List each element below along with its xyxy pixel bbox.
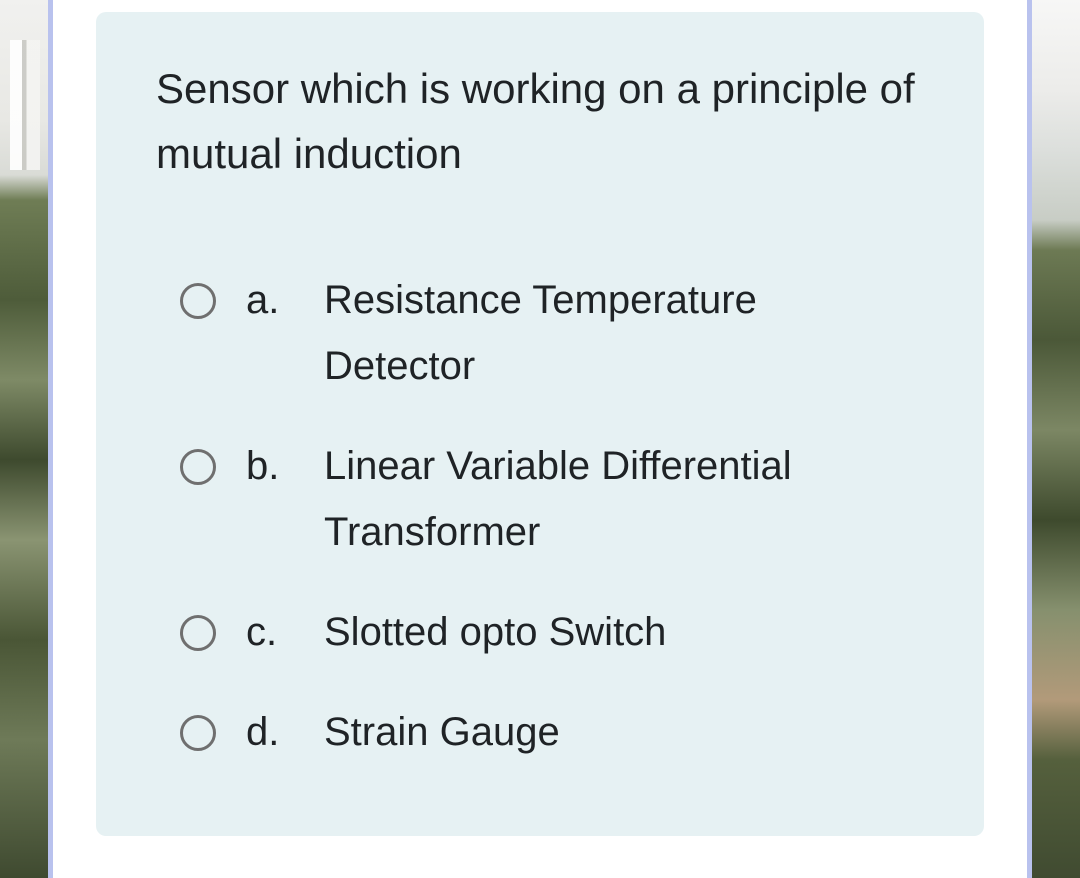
answer-letter: a. [246, 278, 280, 322]
answer-text[interactable]: Slotted opto Switch [324, 599, 884, 665]
background-photo-right [1032, 0, 1080, 878]
radio-unchecked-icon[interactable] [180, 449, 216, 485]
answer-text[interactable]: Strain Gauge [324, 699, 884, 765]
answer-text[interactable]: Resistance Temperature Detector [324, 267, 884, 399]
answer-letter: c. [246, 610, 278, 654]
quiz-page: Sensor which is working on a principle o… [53, 0, 1027, 878]
answer-letter: b. [246, 444, 280, 488]
radio-unchecked-icon[interactable] [180, 615, 216, 651]
question-text: Sensor which is working on a principle o… [156, 65, 915, 177]
radio-unchecked-icon[interactable] [180, 283, 216, 319]
answer-text[interactable]: Linear Variable Differential Transformer [324, 433, 884, 565]
answer-letter: d. [246, 710, 280, 754]
background-photo-left [0, 0, 48, 878]
radio-unchecked-icon[interactable] [180, 715, 216, 751]
question-card: Sensor which is working on a principle o… [96, 12, 984, 836]
